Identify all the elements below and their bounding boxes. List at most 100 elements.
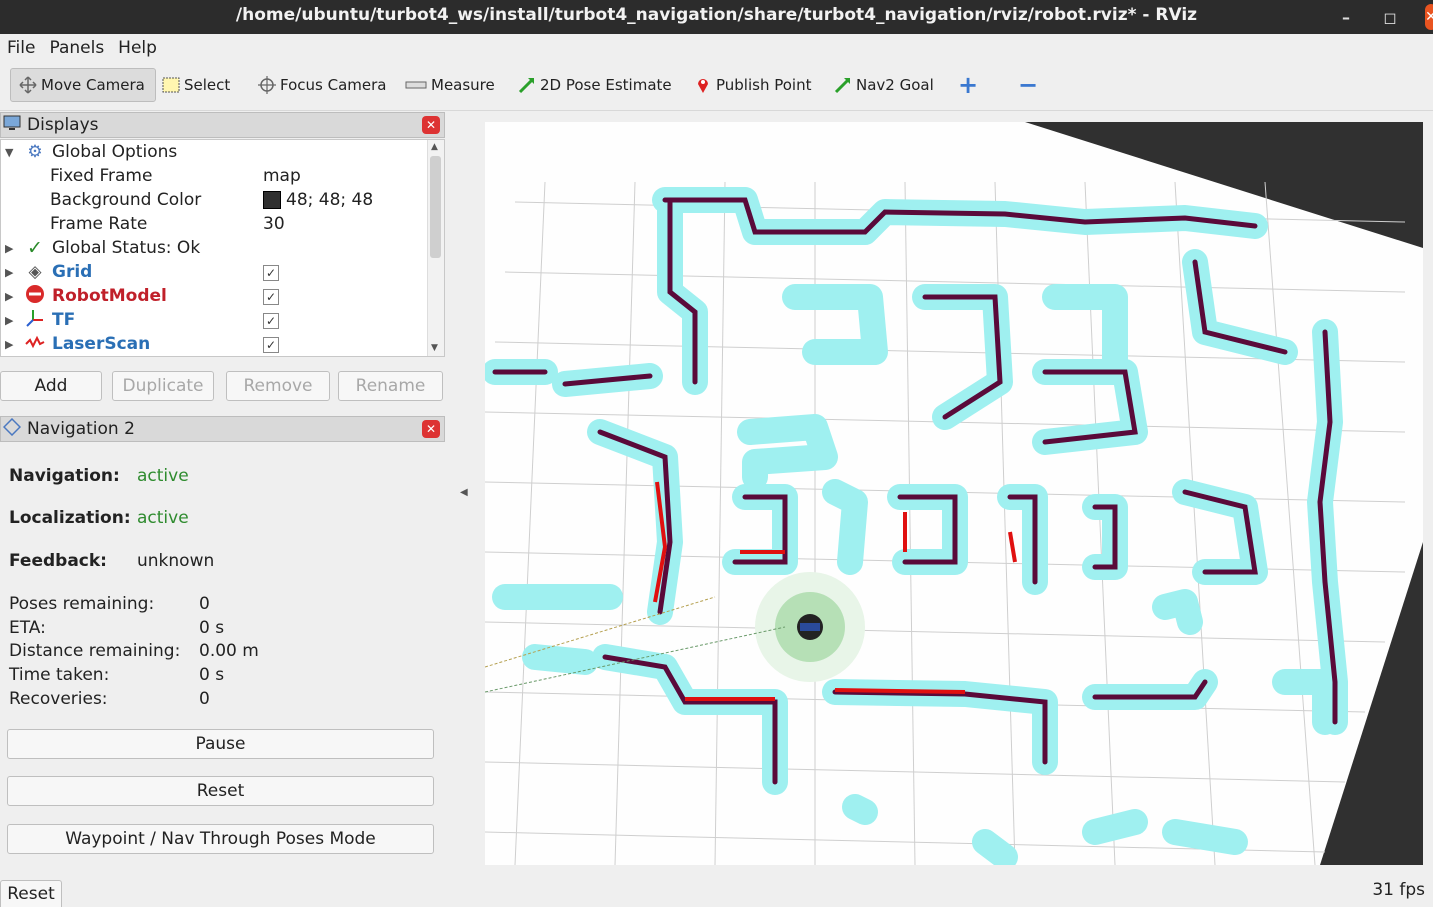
title-bar: /home/ubuntu/turbot4_ws/install/turbot4_… [0, 0, 1433, 34]
tree-row-global-options[interactable]: ▼ ⚙ Global Options [1, 140, 429, 164]
pause-button[interactable]: Pause [7, 729, 434, 759]
select-icon [162, 76, 180, 94]
navigation-label: Navigation: [9, 466, 120, 486]
gear-icon: ⚙ [27, 142, 43, 162]
frame-rate-label: Frame Rate [50, 214, 148, 234]
status-bar [0, 870, 1433, 907]
color-swatch[interactable] [263, 191, 281, 209]
scroll-up-icon[interactable]: ▲ [431, 142, 438, 152]
select-label: Select [184, 76, 231, 94]
grid-label: Grid [52, 262, 93, 282]
map-visualization[interactable] [485, 122, 1423, 865]
green-goal-arrow-icon [834, 76, 852, 94]
tree-row-global-status[interactable]: ▶ ✓ Global Status: Ok [1, 236, 429, 260]
laser-scan-checkbox[interactable]: ✓ [263, 337, 279, 353]
nav2-goal-tool[interactable]: Nav2 Goal [834, 68, 934, 102]
select-tool[interactable]: Select [162, 68, 230, 102]
navigation-panel-title: Navigation 2 [27, 419, 135, 439]
tf-checkbox[interactable]: ✓ [263, 313, 279, 329]
displays-title: Displays [27, 115, 99, 135]
tool-bar: Move Camera Select Focus Camera Measure … [0, 62, 1433, 111]
expand-down-icon[interactable]: ▼ [5, 146, 13, 159]
fixed-frame-value[interactable]: map [263, 166, 301, 186]
tree-row-grid[interactable]: ▶ ◈ Grid ✓ [1, 260, 429, 284]
collapse-left-icon[interactable]: ◀ [460, 487, 468, 498]
focus-camera-tool[interactable]: Focus Camera [258, 68, 386, 102]
map-pin-icon [694, 76, 712, 94]
feedback-status: unknown [137, 551, 215, 571]
nav2-diamond-icon [2, 417, 23, 441]
displays-close-button[interactable]: ✕ [422, 116, 440, 134]
feedback-label: Feedback: [9, 551, 107, 571]
frame-rate-value[interactable]: 30 [263, 214, 285, 234]
expand-right-icon[interactable]: ▶ [5, 314, 13, 327]
background-color-label: Background Color [50, 190, 202, 210]
menu-bar: File Panels Help [0, 34, 1433, 62]
tree-row-robot-model[interactable]: ▶ RobotModel ✓ [1, 284, 429, 308]
fps-readout: 31 fps [1372, 880, 1425, 900]
focus-camera-icon [258, 76, 276, 94]
displays-tree[interactable]: ▼ ⚙ Global Options Fixed Frame map Backg… [0, 139, 445, 357]
tf-label: TF [52, 310, 76, 330]
fixed-frame-label: Fixed Frame [50, 166, 153, 186]
localization-label: Localization: [9, 508, 131, 528]
checkmark-icon: ✓ [27, 237, 43, 259]
remove-display-button[interactable]: Remove [226, 371, 330, 401]
close-icon: ✕ [1425, 4, 1433, 30]
publish-point-tool[interactable]: Publish Point [694, 68, 811, 102]
displays-scrollbar[interactable]: ▲ ▼ [427, 140, 444, 356]
navigation-close-button[interactable]: ✕ [422, 420, 440, 438]
minimize-button[interactable]: – [1326, 0, 1366, 34]
move-camera-label: Move Camera [41, 76, 145, 94]
menu-help[interactable]: Help [111, 38, 164, 58]
reset-view-button[interactable]: Reset [0, 880, 62, 907]
measure-label: Measure [431, 76, 495, 94]
global-options-label: Global Options [52, 142, 178, 162]
menu-panels[interactable]: Panels [42, 38, 111, 58]
remove-tool-icon[interactable]: − [1018, 68, 1038, 102]
move-camera-tool[interactable]: Move Camera [10, 68, 156, 102]
navigation-status: active [137, 466, 189, 486]
distance-remaining-label: Distance remaining: [9, 641, 181, 661]
background-color-field[interactable]: 48; 48; 48 [263, 190, 373, 210]
expand-right-icon[interactable]: ▶ [5, 338, 13, 351]
reset-navigation-button[interactable]: Reset [7, 776, 434, 806]
render-viewport[interactable] [485, 122, 1423, 865]
publish-point-label: Publish Point [716, 76, 812, 94]
robot-model-label: RobotModel [52, 286, 167, 306]
menu-file[interactable]: File [0, 38, 42, 58]
time-taken-label: Time taken: [9, 665, 110, 685]
add-tool-icon[interactable]: + [958, 68, 978, 102]
maximize-button[interactable]: ◻ [1370, 0, 1410, 34]
duplicate-display-button[interactable]: Duplicate [112, 371, 214, 401]
tree-row-frame-rate[interactable]: Frame Rate 30 [1, 212, 429, 236]
time-taken-value: 0 s [199, 665, 225, 685]
waypoint-mode-button[interactable]: Waypoint / Nav Through Poses Mode [7, 824, 434, 854]
rename-display-button[interactable]: Rename [338, 371, 443, 401]
expand-right-icon[interactable]: ▶ [5, 290, 13, 303]
background-color-value: 48; 48; 48 [286, 190, 374, 210]
tree-row-laser-scan[interactable]: ▶ LaserScan ✓ [1, 332, 429, 356]
tree-row-fixed-frame[interactable]: Fixed Frame map [1, 164, 429, 188]
close-window-button[interactable]: ✕ [1418, 0, 1433, 34]
pose-estimate-tool[interactable]: 2D Pose Estimate [518, 68, 672, 102]
add-display-button[interactable]: Add [0, 371, 102, 401]
monitor-icon [3, 115, 23, 136]
localization-status: active [137, 508, 189, 528]
expand-right-icon[interactable]: ▶ [5, 242, 13, 255]
global-status-label: Global Status: Ok [52, 238, 201, 258]
tree-row-tf[interactable]: ▶ TF ✓ [1, 308, 429, 332]
ruler-icon [405, 76, 427, 94]
measure-tool[interactable]: Measure [405, 68, 495, 102]
window-title: /home/ubuntu/turbot4_ws/install/turbot4_… [235, 5, 1198, 25]
robot-model-icon [25, 284, 45, 309]
scroll-down-icon[interactable]: ▼ [431, 343, 438, 353]
grid-checkbox[interactable]: ✓ [263, 265, 279, 281]
scroll-thumb[interactable] [430, 156, 441, 258]
tf-axes-icon [25, 308, 45, 333]
navigation-panel-header: Navigation 2 ✕ [0, 416, 445, 442]
tree-row-background-color[interactable]: Background Color 48; 48; 48 [1, 188, 429, 212]
robot-model-checkbox[interactable]: ✓ [263, 289, 279, 305]
laser-scan-label: LaserScan [52, 334, 151, 354]
expand-right-icon[interactable]: ▶ [5, 266, 13, 279]
